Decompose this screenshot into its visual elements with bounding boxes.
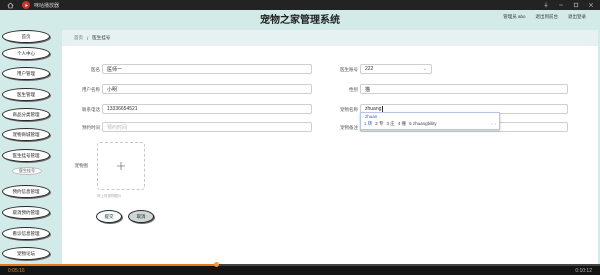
pin-icon[interactable] — [540, 1, 551, 9]
photo-uploader[interactable] — [97, 142, 145, 190]
appt-time-field[interactable]: 预约时间 — [102, 122, 312, 132]
sidebar-item-profile[interactable]: 个人中心 — [2, 47, 50, 60]
sidebar-item-home[interactable]: 首页 — [2, 30, 50, 43]
player-title: 咪咕播放器 — [34, 2, 60, 9]
front-page-link[interactable]: 退出到前台 — [536, 14, 559, 20]
breadcrumb: 首页 / 医生挂号 — [62, 30, 598, 46]
appt-time-label: 预约时间 — [82, 125, 100, 130]
address-label: 宠物名称 — [340, 107, 358, 112]
doctor-no-value: 222 — [365, 66, 374, 72]
ime-candidate[interactable]: 4 撞 — [398, 121, 406, 127]
home-icon[interactable] — [6, 1, 14, 9]
ime-candidate[interactable]: 5 zhuangbility — [409, 121, 437, 127]
sidebar-subitem-registration[interactable]: 医生挂号 — [12, 167, 42, 175]
sidebar-item-doctors[interactable]: 医生管理 — [2, 88, 50, 101]
phone-label: 联系电话 — [82, 107, 100, 112]
doctor-name-label: 医名 — [91, 67, 100, 72]
gender-label: 性别 — [349, 87, 358, 92]
doctor-no-label: 医生账号 — [340, 67, 358, 72]
submit-button[interactable]: 提交 — [96, 210, 122, 223]
current-time: 0:05:16 — [8, 268, 25, 274]
app-window: 宠物之家管理系统 管理员 abo 退出到前台 退出登录 首页 个人中心 用户管理… — [0, 10, 600, 264]
minimize-icon[interactable] — [555, 1, 566, 9]
ime-composition: zhuan — [365, 114, 378, 119]
player-title-bar: 咪咕播放器 — [0, 0, 600, 10]
player-controls: 0:05:16 0:10:12 — [0, 262, 600, 275]
admin-user-link[interactable]: 管理员 abo — [503, 14, 525, 20]
total-time: 0:10:12 — [575, 268, 592, 274]
doctor-no-select[interactable]: 222 ⌄ — [360, 64, 432, 74]
logout-link[interactable]: 退出登录 — [568, 14, 586, 20]
sidebar-item-cancellations[interactable]: 取消预约管理 — [2, 206, 50, 219]
sidebar-item-appointments[interactable]: 预约信息管理 — [2, 185, 50, 198]
photo-label: 宠物图 — [74, 163, 89, 168]
user-name-field[interactable]: 小明 — [102, 84, 312, 94]
gender-field[interactable]: 猫 — [360, 84, 568, 94]
breadcrumb-current: 医生挂号 — [92, 35, 111, 40]
progress-knob[interactable] — [213, 262, 219, 267]
doctor-name-field[interactable]: 医师一 — [102, 64, 312, 74]
player-logo-icon — [22, 1, 30, 9]
sidebar-item-registration[interactable]: 医生挂号管理 — [2, 149, 50, 162]
cancel-button[interactable]: 取消 — [128, 210, 154, 223]
progress-fill — [0, 264, 216, 266]
chevron-left-icon[interactable]: ‹ — [491, 121, 492, 126]
note-label: 宠物备注 — [340, 125, 358, 130]
photo-hint: 请上传宠物图片 — [97, 194, 122, 198]
ime-candidate[interactable]: 1 转 — [364, 121, 372, 127]
breadcrumb-separator: / — [87, 35, 89, 41]
user-name-label: 用户名称 — [82, 87, 100, 92]
main-content: 首页 / 医生挂号 医名 医师一 医生账号 222 ⌄ 用户名称 小明 性别 猫… — [62, 30, 598, 264]
sidebar: 首页 个人中心 用户管理 医生管理 商品分类管理 宠物商城管理 医生挂号管理 医… — [0, 30, 54, 264]
phone-field[interactable]: 13336654521 — [102, 104, 312, 114]
header-links: 管理员 abo 退出到前台 退出登录 — [503, 14, 586, 20]
app-header: 宠物之家管理系统 管理员 abo 退出到前台 退出登录 — [0, 10, 600, 30]
sidebar-item-users[interactable]: 用户管理 — [2, 67, 50, 80]
sidebar-item-diagnosis[interactable]: 看诊信息管理 — [2, 227, 50, 240]
close-icon[interactable] — [585, 1, 596, 9]
ime-candidate[interactable]: 2 专 — [375, 121, 383, 127]
progress-bar[interactable] — [0, 262, 600, 267]
ime-candidate-popup: zhuan 1 转 2 专 3 庄 4 撞 5 zhuangbility ‹ › — [360, 112, 500, 130]
sidebar-item-categories[interactable]: 商品分类管理 — [2, 108, 50, 121]
chevron-right-icon[interactable]: › — [495, 121, 496, 126]
sidebar-item-pet-shop[interactable]: 宠物商城管理 — [2, 128, 50, 141]
plus-icon — [117, 162, 125, 170]
restore-icon[interactable] — [570, 1, 581, 9]
chevron-down-icon: ⌄ — [422, 66, 427, 72]
ime-candidate[interactable]: 3 庄 — [387, 121, 395, 127]
breadcrumb-home[interactable]: 首页 — [74, 35, 83, 41]
sidebar-item-forum[interactable]: 宠物论坛 — [2, 247, 50, 260]
